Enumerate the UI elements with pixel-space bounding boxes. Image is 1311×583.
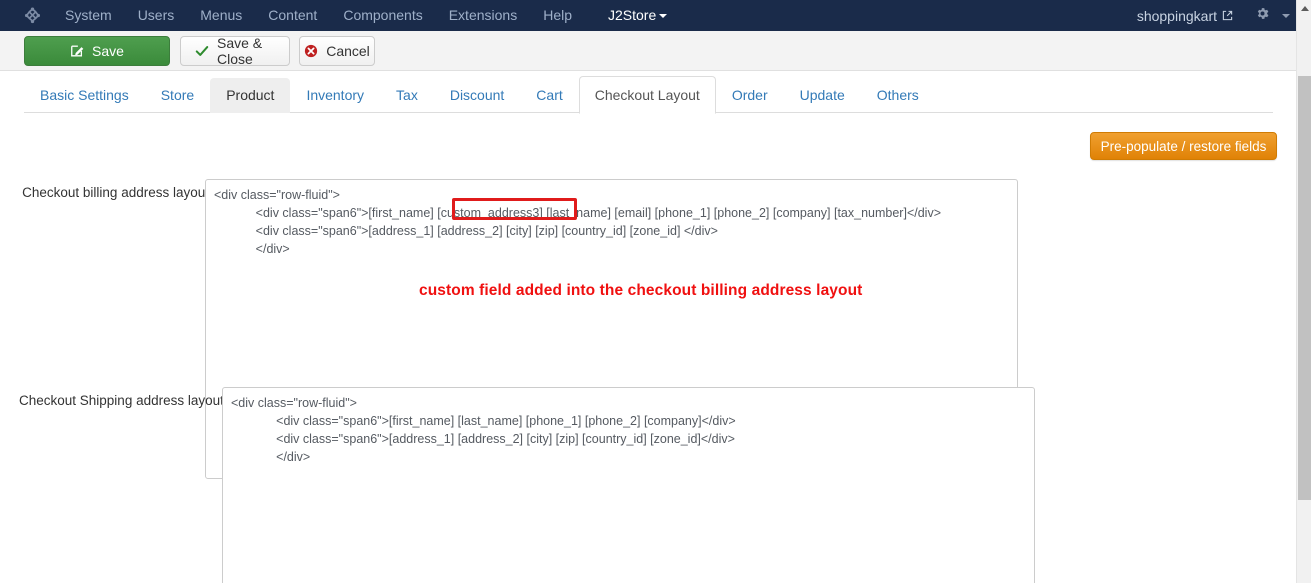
admin-menu: System Users Menus Content Components Ex… [52, 0, 680, 31]
tab-product[interactable]: Product [210, 78, 291, 113]
cancel-button-label: Cancel [326, 43, 370, 59]
menu-item-components[interactable]: Components [330, 0, 435, 31]
cancel-button[interactable]: Cancel [299, 36, 375, 66]
check-icon [195, 44, 209, 58]
tab-order[interactable]: Order [716, 78, 784, 113]
shipping-address-layout-label: Checkout Shipping address layout [19, 393, 224, 408]
tab-inventory[interactable]: Inventory [290, 78, 380, 113]
save-and-close-label: Save & Close [217, 35, 263, 67]
joomla-icon[interactable] [12, 0, 52, 31]
save-button[interactable]: Save [24, 36, 170, 66]
annotation-text: custom field added into the checkout bil… [419, 282, 863, 299]
tab-update[interactable]: Update [784, 78, 861, 113]
gear-icon [1255, 6, 1270, 26]
settings-menu[interactable] [1255, 6, 1290, 26]
external-link-icon [1222, 8, 1233, 24]
user-name-label: shoppingkart [1136, 7, 1217, 24]
user-menu-link[interactable]: shoppingkart [1137, 8, 1233, 24]
tab-checkout-layout[interactable]: Checkout Layout [578, 76, 716, 114]
billing-address-layout-label: Checkout billing address layout [22, 185, 209, 200]
tab-cart[interactable]: Cart [520, 78, 578, 113]
menu-item-users[interactable]: Users [125, 0, 188, 31]
action-toolbar: Save Save & Close Cancel [0, 31, 1296, 71]
menu-item-menus[interactable]: Menus [187, 0, 255, 31]
billing-value-before: <div class="row-fluid"> <div class="span… [214, 188, 434, 220]
settings-tabs: Basic Settings Store Product Inventory T… [0, 76, 1296, 114]
save-and-close-button[interactable]: Save & Close [180, 35, 290, 67]
pre-populate-restore-fields-button[interactable]: Pre-populate / restore fields [1090, 132, 1277, 160]
app-window: System Users Menus Content Components Ex… [0, 0, 1311, 583]
tab-others[interactable]: Others [861, 78, 935, 113]
admin-bar-right: shoppingkart [1137, 0, 1296, 31]
tab-store[interactable]: Store [145, 78, 210, 113]
menu-item-extensions[interactable]: Extensions [436, 0, 530, 31]
shipping-address-layout-textarea[interactable]: <div class="row-fluid"> <div class="span… [222, 387, 1035, 583]
menu-item-system[interactable]: System [52, 0, 125, 31]
billing-value-highlight: [custom_address3] [437, 206, 543, 220]
tab-basic-settings[interactable]: Basic Settings [24, 78, 145, 113]
triangle-up-icon [1300, 5, 1309, 11]
caret-down-icon-settings [1282, 13, 1290, 18]
cancel-circle-icon [304, 44, 318, 58]
page-scrollbar[interactable] [1296, 0, 1311, 583]
save-button-label: Save [92, 43, 124, 59]
caret-down-icon [659, 14, 668, 19]
scrollbar-thumb[interactable] [1298, 76, 1311, 500]
edit-pencil-icon [70, 44, 84, 58]
tab-discount[interactable]: Discount [434, 78, 520, 113]
menu-item-j2store[interactable]: J2Store [595, 0, 680, 31]
menu-item-content[interactable]: Content [255, 0, 330, 31]
admin-top-bar: System Users Menus Content Components Ex… [0, 0, 1296, 31]
scroll-up-button[interactable] [1297, 0, 1311, 16]
menu-item-j2store-label: J2Store [608, 7, 657, 23]
menu-item-help[interactable]: Help [530, 0, 585, 31]
tab-tax[interactable]: Tax [380, 78, 434, 113]
